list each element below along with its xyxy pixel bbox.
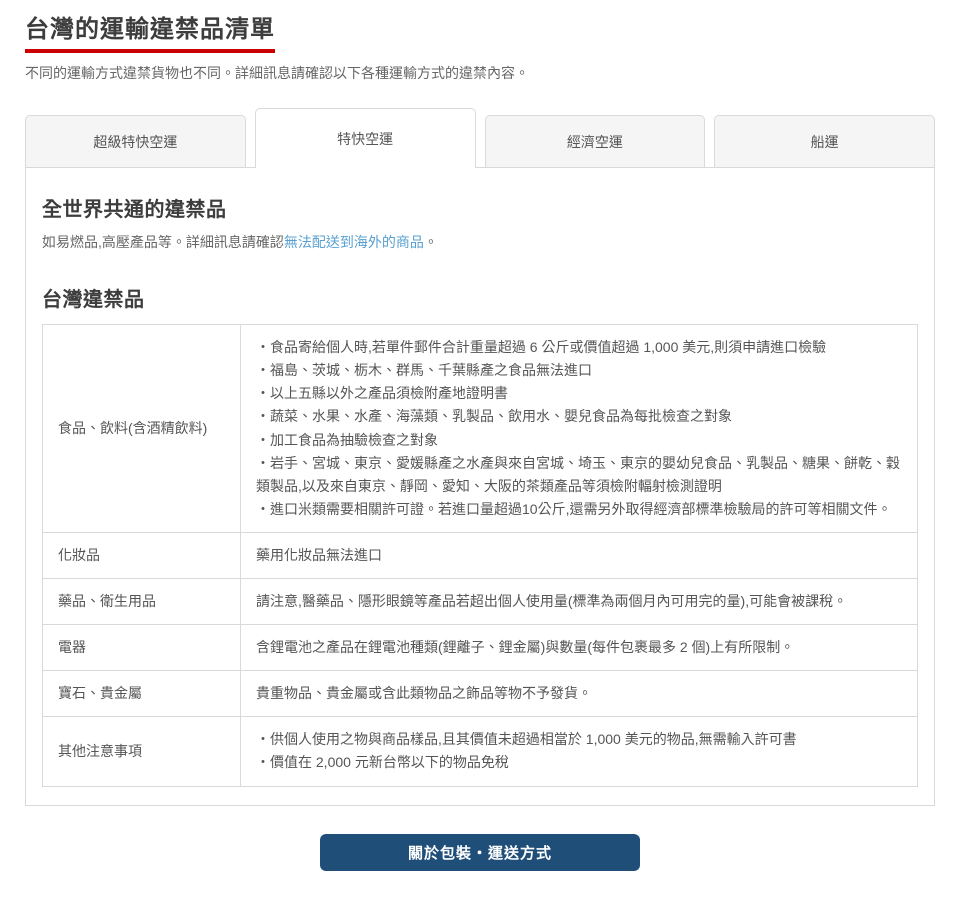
detail-line: ・進口米類需要相關許可證。若進口量超過10公斤,還需另外取得經濟部標準檢驗局的許… xyxy=(256,498,902,521)
category-cell: 化妝品 xyxy=(43,532,241,578)
category-cell: 食品、飲料(含酒精飲料) xyxy=(43,325,241,533)
tab-super-express-air[interactable]: 超級特快空運 xyxy=(25,115,246,168)
taiwan-prohibited-heading: 台灣違禁品 xyxy=(42,283,918,312)
prohibited-items-table: 食品、飲料(含酒精飲料) ・食品寄給個人時,若單件郵件合計重量超過 6 公斤或價值… xyxy=(42,324,918,786)
tab-ship[interactable]: 船運 xyxy=(714,115,935,168)
category-cell: 藥品、衛生用品 xyxy=(43,579,241,625)
tab-panel: 全世界共通的違禁品 如易燃品,高壓產品等。詳細訊息請確認無法配送到海外的商品。 … xyxy=(25,167,935,805)
detail-line: 請注意,醫藥品、隱形眼鏡等產品若超出個人使用量(標準為兩個月內可用完的量),可能… xyxy=(256,590,902,613)
detail-line: 貴重物品、貴金屬或含此類物品之飾品等物不予發貨。 xyxy=(256,682,902,705)
detail-line: ・價值在 2,000 元新台幣以下的物品免稅 xyxy=(256,751,902,774)
worldwide-prohibited-heading: 全世界共通的違禁品 xyxy=(42,193,918,222)
page-subtitle: 不同的運輸方式違禁貨物也不同。詳細訊息請確認以下各種運輸方式的違禁內容。 xyxy=(25,63,935,84)
table-row: 電器含鋰電池之產品在鋰電池種類(鋰離子、鋰金屬)與數量(每件包裹最多 2 個)上… xyxy=(43,625,918,671)
tab-economy-air[interactable]: 經濟空運 xyxy=(485,115,706,168)
detail-line: 藥用化妝品無法進口 xyxy=(256,544,902,567)
overseas-prohibited-items-link[interactable]: 無法配送到海外的商品 xyxy=(284,234,424,250)
category-cell: 電器 xyxy=(43,625,241,671)
detail-line: ・福島、茨城、栃木、群馬、千葉縣產之食品無法進口 xyxy=(256,359,902,382)
desc-suffix: 。 xyxy=(424,234,438,250)
page: 台灣的運輸違禁品清單 不同的運輸方式違禁貨物也不同。詳細訊息請確認以下各種運輸方… xyxy=(0,0,959,903)
table-row: 化妝品藥用化妝品無法進口 xyxy=(43,532,918,578)
table-row: 寶石、貴金屬貴重物品、貴金屬或含此類物品之飾品等物不予發貨。 xyxy=(43,671,918,717)
table-row: 食品、飲料(含酒精飲料) ・食品寄給個人時,若單件郵件合計重量超過 6 公斤或價值… xyxy=(43,325,918,533)
tab-bar: 超級特快空運特快空運經濟空運船運 xyxy=(25,108,935,168)
packing-shipping-button[interactable]: 關於包裝・運送方式 xyxy=(320,834,640,871)
detail-line: ・食品寄給個人時,若單件郵件合計重量超過 6 公斤或價值超過 1,000 美元,… xyxy=(256,336,902,359)
detail-cell: 貴重物品、貴金屬或含此類物品之飾品等物不予發貨。 xyxy=(241,671,918,717)
desc-text: 如易燃品,高壓產品等。詳細訊息請確認 xyxy=(42,234,284,250)
detail-line: ・蔬菜、水果、水產、海藻類、乳製品、飲用水、嬰兒食品為每批檢查之對象 xyxy=(256,405,902,428)
detail-line: ・供個人使用之物與商品樣品,且其價值未超過相當於 1,000 美元的物品,無需輸… xyxy=(256,728,902,751)
table-row: 其他注意事項・供個人使用之物與商品樣品,且其價值未超過相當於 1,000 美元的… xyxy=(43,717,918,786)
worldwide-prohibited-desc: 如易燃品,高壓產品等。詳細訊息請確認無法配送到海外的商品。 xyxy=(42,232,918,253)
detail-cell: 藥用化妝品無法進口 xyxy=(241,532,918,578)
cta-wrap: 關於包裝・運送方式 xyxy=(25,834,935,871)
table-row: 藥品、衛生用品請注意,醫藥品、隱形眼鏡等產品若超出個人使用量(標準為兩個月內可用… xyxy=(43,579,918,625)
detail-cell: 請注意,醫藥品、隱形眼鏡等產品若超出個人使用量(標準為兩個月內可用完的量),可能… xyxy=(241,579,918,625)
category-cell: 其他注意事項 xyxy=(43,717,241,786)
detail-cell: ・供個人使用之物與商品樣品,且其價值未超過相當於 1,000 美元的物品,無需輸… xyxy=(241,717,918,786)
detail-cell: ・食品寄給個人時,若單件郵件合計重量超過 6 公斤或價值超過 1,000 美元,… xyxy=(241,325,918,533)
category-cell: 寶石、貴金屬 xyxy=(43,671,241,717)
detail-line: ・以上五縣以外之產品須檢附產地證明書 xyxy=(256,382,902,405)
detail-cell: 含鋰電池之產品在鋰電池種類(鋰離子、鋰金屬)與數量(每件包裹最多 2 個)上有所… xyxy=(241,625,918,671)
tab-express-air[interactable]: 特快空運 xyxy=(255,108,476,168)
detail-line: ・岩手、宮城、東京、愛媛縣產之水產與來自宮城、埼玉、東京的嬰幼兒食品、乳製品、糖… xyxy=(256,452,902,498)
prohibited-table-body: 食品、飲料(含酒精飲料) ・食品寄給個人時,若單件郵件合計重量超過 6 公斤或價值… xyxy=(43,325,918,786)
page-title: 台灣的運輸違禁品清單 xyxy=(25,14,275,53)
detail-line: 含鋰電池之產品在鋰電池種類(鋰離子、鋰金屬)與數量(每件包裹最多 2 個)上有所… xyxy=(256,636,902,659)
detail-line: ・加工食品為抽驗檢查之對象 xyxy=(256,429,902,452)
